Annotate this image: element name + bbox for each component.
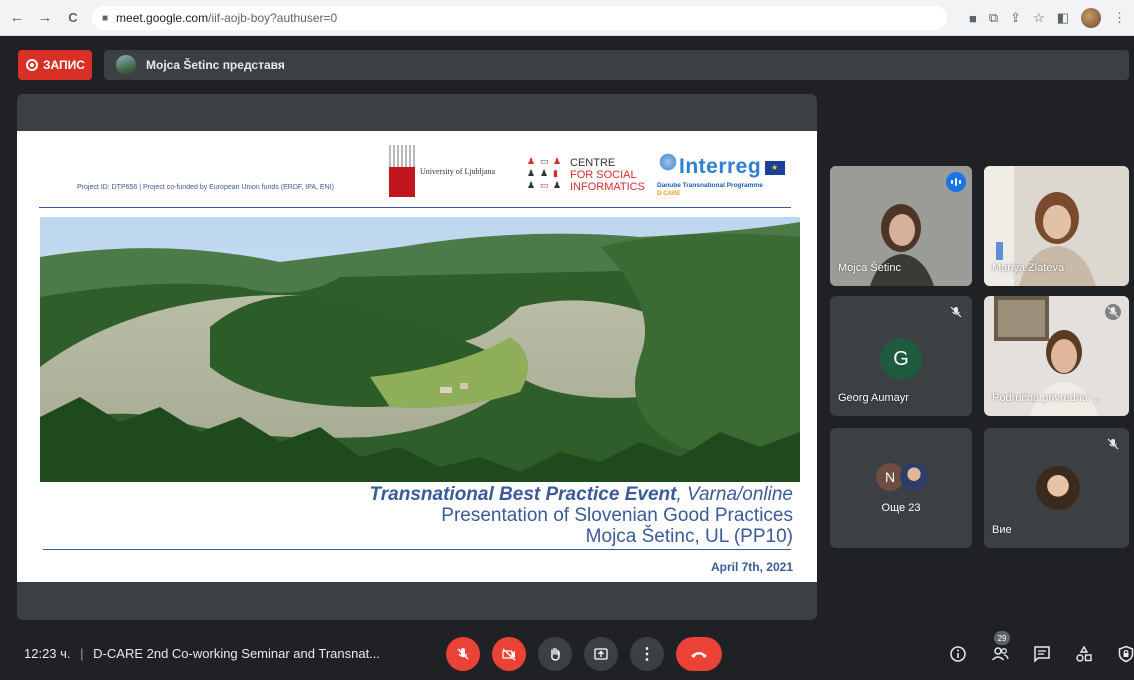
recording-label: ЗАПИС [43, 58, 85, 72]
presentation-stage: Project ID: DTP656 | Project co-funded b… [17, 94, 817, 620]
more-options-button[interactable]: ⋮ [630, 637, 664, 671]
host-controls-button[interactable] [1116, 644, 1134, 664]
translate-icon[interactable]: ⧉ [989, 10, 998, 26]
interreg-word: Interreg [679, 155, 762, 178]
chat-button[interactable] [1032, 644, 1052, 664]
participant-count-badge: 29 [994, 631, 1010, 645]
participants-button[interactable]: 29 [990, 631, 1010, 664]
participant-name: Mariya Zlateva [992, 262, 1065, 274]
river-landscape-image [40, 217, 800, 482]
participant-tile-podrucna[interactable]: Područna privredna ... [984, 296, 1129, 416]
participant-tile-mariya[interactable]: Mariya Zlateva [984, 166, 1129, 286]
call-controls: ⋮ [446, 637, 722, 671]
participant-tile-others[interactable]: N Още 23 [830, 428, 972, 548]
recording-indicator[interactable]: ЗАПИС [18, 50, 92, 80]
muted-mic-icon [948, 304, 964, 320]
more-vert-icon: ⋮ [639, 646, 655, 663]
slide-subtitle: Presentation of Slovenian Good Practices [441, 505, 793, 526]
participant-name: Područna privredna ... [992, 392, 1101, 404]
meeting-side-controls: 29 [948, 631, 1134, 664]
url-host: meet.google.com [116, 11, 209, 25]
slide-footer-divider [43, 549, 791, 550]
interreg-project: D-CARE [657, 191, 681, 197]
interreg-swirl-icon [659, 153, 677, 171]
presenter-avatar [116, 55, 136, 75]
address-bar[interactable]: ■ meet.google.com/iif-aojb-boy?authuser=… [92, 6, 947, 30]
present-screen-button[interactable] [584, 637, 618, 671]
interreg-subtitle: Danube Transnational Programme [657, 182, 763, 189]
camera-off-icon [502, 648, 516, 661]
slide-header-divider [39, 207, 791, 208]
slide-title: Transnational Best Practice Event, Varna… [370, 484, 793, 506]
participant-avatar: G [880, 338, 922, 380]
slide-title-location: , Varna/online [676, 484, 793, 505]
slide-title-bold: Transnational Best Practice Event [369, 484, 677, 505]
browser-menu-icon[interactable]: ⋮ [1113, 10, 1126, 26]
meeting-separator: | [80, 646, 84, 661]
camera-toggle-button[interactable] [492, 637, 526, 671]
presenter-label: Mojca Šetinc представя [146, 58, 285, 72]
csi-line-2: FOR SOCIAL [570, 169, 637, 181]
university-name: University of Ljubljana [420, 167, 496, 176]
back-icon[interactable]: ← [6, 7, 28, 29]
slide-author: Mojca Šetinc, UL (PP10) [585, 526, 793, 547]
chat-icon [1034, 646, 1050, 663]
participant-avatar-photo [900, 463, 928, 491]
muted-mic-icon [1105, 436, 1121, 452]
participant-name: Georg Aumayr [838, 392, 909, 404]
participant-tile-mojca[interactable]: Mojca Šetinc [830, 166, 972, 286]
meeting-controls-bar: 12:23 ч. | D-CARE 2nd Co-working Seminar… [0, 630, 1134, 680]
people-icon [991, 647, 1009, 661]
participant-tile-georg[interactable]: G Georg Aumayr [830, 296, 972, 416]
forward-icon[interactable]: → [34, 7, 56, 29]
meeting-title: D-CARE 2nd Co-working Seminar and Transn… [93, 646, 381, 661]
leave-call-button[interactable] [676, 637, 722, 671]
mic-off-icon [457, 648, 469, 660]
meeting-time: 12:23 ч. [24, 646, 71, 661]
share-icon[interactable]: ⇪ [1010, 10, 1021, 26]
self-avatar [1036, 466, 1080, 510]
info-icon [950, 646, 966, 662]
present-icon [594, 648, 608, 660]
meeting-info: 12:23 ч. | D-CARE 2nd Co-working Seminar… [24, 646, 380, 661]
activities-button[interactable] [1074, 644, 1094, 664]
csi-line-1: CENTRE [570, 157, 616, 169]
hand-icon [551, 647, 560, 661]
profile-avatar[interactable] [1081, 8, 1101, 28]
csi-logo-text: CENTRE FOR SOCIAL INFORMATICS [570, 157, 645, 193]
muted-mic-icon [1105, 304, 1121, 320]
microphone-toggle-button[interactable] [446, 637, 480, 671]
lock-icon: ■ [102, 12, 109, 24]
csi-logo-icon: ♟ ▭ ♟ ♟ ♟ ▮ ♟ ▭ ♟ [527, 156, 562, 190]
reload-icon[interactable]: C [62, 7, 84, 29]
camera-indicator-icon[interactable]: ■ [969, 11, 977, 26]
url-path: /iif-aojb-boy?authuser=0 [208, 11, 338, 25]
browser-actions: ■ ⧉ ⇪ ☆ ◧ ⋮ [969, 0, 1126, 36]
presenter-banner: Mojca Šetinc представя [104, 50, 1129, 80]
activities-icon [1076, 645, 1092, 662]
interreg-logo: Interreg Danube Transnational Programme … [657, 151, 787, 201]
meeting-details-button[interactable] [948, 644, 968, 664]
participant-tile-self[interactable]: Вие [984, 428, 1129, 548]
slide-project-id: Project ID: DTP656 | Project co-funded b… [77, 184, 334, 191]
csi-line-3: INFORMATICS [570, 181, 645, 193]
shield-lock-icon [1118, 645, 1134, 663]
bookmark-star-icon[interactable]: ☆ [1033, 10, 1045, 26]
browser-toolbar: ← → C ■ meet.google.com/iif-aojb-boy?aut… [0, 0, 1134, 36]
shared-slide: Project ID: DTP656 | Project co-funded b… [17, 131, 817, 582]
record-icon [26, 59, 38, 71]
side-panel-icon[interactable]: ◧ [1057, 10, 1069, 26]
eu-flag-icon [765, 161, 785, 175]
participant-name: Вие [992, 524, 1012, 536]
speaking-indicator-icon [946, 172, 966, 192]
university-logo [389, 145, 415, 197]
more-participants-label: Още 23 [881, 502, 921, 514]
hang-up-icon [691, 652, 707, 658]
slide-date: April 7th, 2021 [710, 560, 793, 574]
participant-name: Mojca Šetinc [838, 262, 901, 274]
raise-hand-button[interactable] [538, 637, 572, 671]
